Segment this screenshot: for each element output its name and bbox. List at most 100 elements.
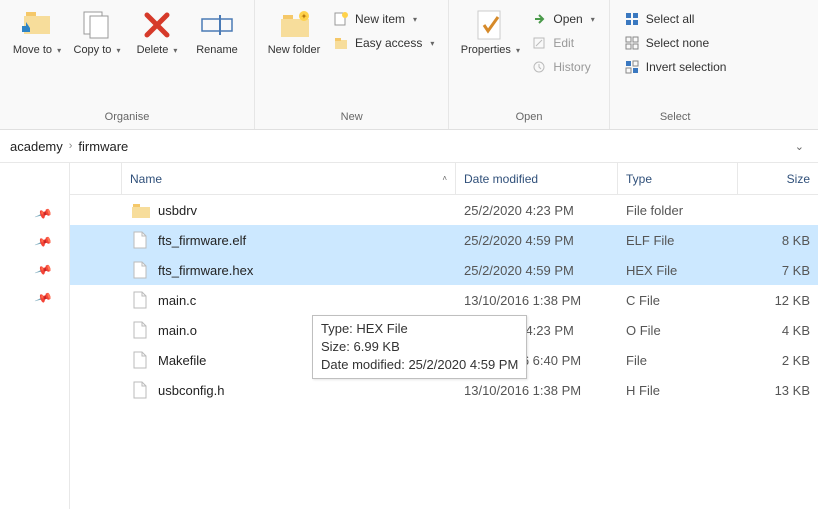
history-button[interactable]: History <box>527 56 598 78</box>
history-label: History <box>553 60 590 74</box>
chevron-down-icon: ▾ <box>173 46 177 55</box>
new-folder-icon: ✦ <box>277 8 311 42</box>
copy-to-button[interactable]: Copy to ▾ <box>70 4 124 57</box>
properties-icon <box>473 8 507 42</box>
open-button[interactable]: Open ▾ <box>527 8 598 30</box>
file-type: File <box>618 353 738 368</box>
move-to-label: Move to <box>13 44 52 56</box>
invert-selection-icon <box>624 59 640 75</box>
copy-to-icon <box>80 8 114 42</box>
file-name: main.c <box>158 293 196 308</box>
easy-access-button[interactable]: Easy access ▾ <box>329 32 438 54</box>
file-icon <box>132 291 150 309</box>
ribbon-group-open: Properties ▾ Open ▾ Edit History Open <box>449 0 609 129</box>
edit-label: Edit <box>553 36 574 50</box>
rename-button[interactable]: Rename <box>190 4 244 57</box>
column-spacer <box>70 163 122 194</box>
move-to-button[interactable]: Move to ▾ <box>10 4 64 57</box>
select-all-button[interactable]: Select all <box>620 8 731 30</box>
file-list: Name ˄ Date modified Type Size usbdrv 25/… <box>70 163 818 509</box>
tooltip: Type: HEX File Size: 6.99 KB Date modifi… <box>312 315 527 379</box>
chevron-down-icon: ▾ <box>57 46 61 55</box>
ribbon-group-label-select: Select <box>620 107 731 129</box>
file-size: 8 KB <box>738 233 818 248</box>
column-header-date[interactable]: Date modified <box>456 163 618 194</box>
select-all-icon <box>624 11 640 27</box>
ribbon-group-new: ✦ New folder New item▾ Easy access ▾ New <box>255 0 449 129</box>
breadcrumb-current[interactable]: firmware <box>78 139 128 154</box>
invert-selection-button[interactable]: Invert selection <box>620 56 731 78</box>
chevron-down-icon: ▾ <box>591 15 595 24</box>
file-size: 2 KB <box>738 353 818 368</box>
file-date: 13/10/2016 1:38 PM <box>456 383 618 398</box>
file-date: 25/2/2020 4:23 PM <box>456 203 618 218</box>
edit-button[interactable]: Edit <box>527 32 598 54</box>
file-type: File folder <box>618 203 738 218</box>
select-all-label: Select all <box>646 12 695 26</box>
breadcrumb[interactable]: academy › firmware ⌄ <box>0 130 818 163</box>
pin-icon[interactable]: 📌 <box>34 288 53 307</box>
file-type: ELF File <box>618 233 738 248</box>
easy-access-icon <box>333 35 349 51</box>
file-date: 13/10/2016 1:38 PM <box>456 293 618 308</box>
ribbon: Move to ▾ Copy to ▾ Delete ▾ Rename <box>0 0 818 130</box>
breadcrumb-parent[interactable]: academy <box>10 139 63 154</box>
new-item-icon <box>333 11 349 27</box>
file-type: O File <box>618 323 738 338</box>
delete-button[interactable]: Delete ▾ <box>130 4 184 57</box>
rename-icon <box>200 8 234 42</box>
move-to-icon <box>20 8 54 42</box>
select-none-button[interactable]: Select none <box>620 32 731 54</box>
file-row[interactable]: main.c 13/10/2016 1:38 PMC File12 KB <box>70 285 818 315</box>
copy-to-label: Copy to <box>74 44 112 56</box>
column-header-row: Name ˄ Date modified Type Size <box>70 163 818 195</box>
file-icon <box>132 351 150 369</box>
file-name: main.o <box>158 323 197 338</box>
file-row[interactable]: usbconfig.h 13/10/2016 1:38 PMH File13 KB <box>70 375 818 405</box>
column-header-type[interactable]: Type <box>618 163 738 194</box>
file-icon <box>132 261 150 279</box>
file-type: H File <box>618 383 738 398</box>
ribbon-group-label-new: New <box>265 107 438 129</box>
file-name: Makefile <box>158 353 206 368</box>
select-none-icon <box>624 35 640 51</box>
ribbon-group-select: Select all Select none Invert selection … <box>610 0 741 129</box>
delete-label: Delete <box>137 44 169 56</box>
file-date: 25/2/2020 4:59 PM <box>456 263 618 278</box>
ribbon-group-label-open: Open <box>459 107 598 129</box>
file-row[interactable]: fts_firmware.elf 25/2/2020 4:59 PMELF Fil… <box>70 225 818 255</box>
pin-icon[interactable]: 📌 <box>34 204 53 223</box>
chevron-down-icon: ▾ <box>516 46 520 55</box>
file-name: usbdrv <box>158 203 197 218</box>
file-row[interactable]: usbdrv 25/2/2020 4:23 PMFile folder <box>70 195 818 225</box>
file-size: 4 KB <box>738 323 818 338</box>
easy-access-label: Easy access <box>355 36 422 50</box>
chevron-down-icon: ▾ <box>116 46 120 55</box>
nav-pane: 📌 📌 📌 📌 <box>0 163 70 509</box>
file-name: fts_firmware.elf <box>158 233 246 248</box>
file-size: 12 KB <box>738 293 818 308</box>
invert-selection-label: Invert selection <box>646 60 727 74</box>
file-type: C File <box>618 293 738 308</box>
file-name: usbconfig.h <box>158 383 225 398</box>
column-header-size[interactable]: Size <box>738 163 818 194</box>
file-date: 25/2/2020 4:59 PM <box>456 233 618 248</box>
file-size: 13 KB <box>738 383 818 398</box>
file-icon <box>132 381 150 399</box>
open-label: Open <box>553 12 582 26</box>
sort-ascending-icon: ˄ <box>442 174 447 183</box>
history-icon <box>531 59 547 75</box>
new-item-button[interactable]: New item▾ <box>329 8 438 30</box>
chevron-down-icon[interactable]: ⌄ <box>791 138 808 155</box>
delete-icon <box>140 8 174 42</box>
pin-icon[interactable]: 📌 <box>34 260 53 279</box>
new-folder-button[interactable]: ✦ New folder <box>265 4 323 57</box>
file-icon <box>132 231 150 249</box>
file-row[interactable]: fts_firmware.hex25/2/2020 4:59 PMHEX Fil… <box>70 255 818 285</box>
pin-icon[interactable]: 📌 <box>34 232 53 251</box>
ribbon-group-label-organise: Organise <box>10 107 244 129</box>
properties-button[interactable]: Properties ▾ <box>459 4 521 57</box>
column-header-name[interactable]: Name ˄ <box>122 163 456 194</box>
svg-text:✦: ✦ <box>301 12 308 21</box>
chevron-down-icon: ▾ <box>430 39 434 48</box>
